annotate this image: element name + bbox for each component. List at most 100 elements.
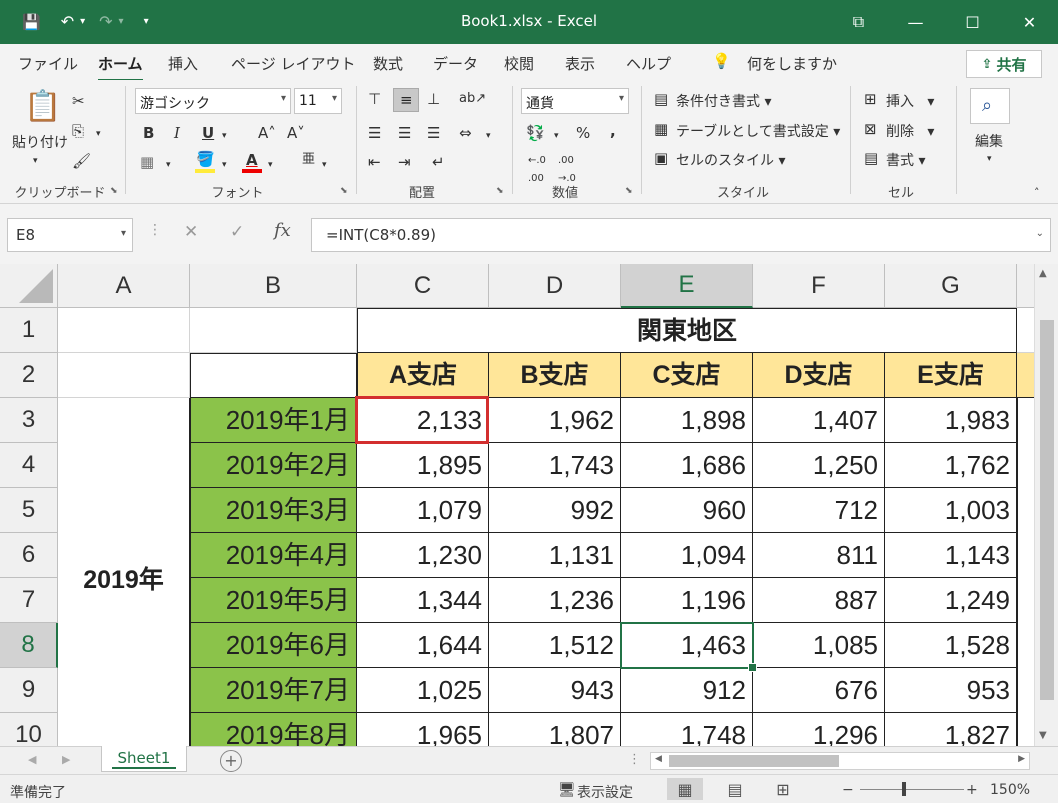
copy-icon[interactable]: ⎘ <box>72 122 84 140</box>
cell-value[interactable]: 1,827 <box>885 713 1017 746</box>
cell-value[interactable]: 1,296 <box>753 713 885 746</box>
cell-value[interactable]: 953 <box>885 668 1017 713</box>
display-settings-icon[interactable]: 🖥 <box>558 782 576 798</box>
cell-a3-year[interactable]: 2019年 <box>58 398 190 746</box>
conditional-formatting-icon[interactable]: ▤ <box>654 90 668 108</box>
format-as-table-button[interactable]: テーブルとして書式設定 ▾ <box>676 121 840 141</box>
cut-icon[interactable]: ✂ <box>72 92 85 110</box>
column-header-b[interactable]: B <box>190 264 357 308</box>
vertical-scrollbar[interactable]: ▲ ▼ <box>1034 264 1058 746</box>
fill-color-icon[interactable]: 🪣 <box>196 150 215 168</box>
cell-branch-a[interactable]: A支店 <box>357 353 489 398</box>
tab-file[interactable]: ファイル <box>18 53 78 74</box>
row-header-7[interactable]: 7 <box>0 578 58 623</box>
cell-month[interactable]: 2019年1月 <box>190 398 357 443</box>
decrease-indent-icon[interactable]: ⇤ <box>368 153 381 171</box>
cell-value[interactable]: 1,962 <box>489 398 621 443</box>
tab-view[interactable]: 表示 <box>565 53 595 74</box>
undo-dropdown-icon[interactable]: ▾ <box>80 10 85 34</box>
cell-month[interactable]: 2019年2月 <box>190 443 357 488</box>
tab-formulas[interactable]: 数式 <box>373 53 403 74</box>
cell-value[interactable]: 1,762 <box>885 443 1017 488</box>
insert-cells-button[interactable]: 挿入 ▾ <box>886 91 934 111</box>
cell-value[interactable]: 1,085 <box>753 623 885 668</box>
tab-insert[interactable]: 挿入 <box>168 53 198 74</box>
column-header-a[interactable]: A <box>58 264 190 308</box>
vertical-scroll-thumb[interactable] <box>1040 320 1054 700</box>
cell-month[interactable]: 2019年3月 <box>190 488 357 533</box>
cell-value[interactable]: 1,807 <box>489 713 621 746</box>
zoom-slider[interactable] <box>860 782 964 796</box>
undo-icon[interactable]: ↶ <box>61 10 74 34</box>
cell-h-partial[interactable] <box>1017 398 1034 746</box>
align-middle-button[interactable]: ≡ <box>393 88 419 112</box>
paste-dropdown-icon[interactable]: ▾ <box>33 152 38 170</box>
format-as-table-icon[interactable]: ▦ <box>654 120 668 138</box>
customize-qat-icon[interactable]: ▾ <box>144 10 149 34</box>
tab-help[interactable]: ヘルプ <box>626 53 671 74</box>
cell-value[interactable]: 1,407 <box>753 398 885 443</box>
sheet-tab-sheet1[interactable]: Sheet1 <box>101 746 187 772</box>
font-launcher-icon[interactable]: ⬊ <box>340 186 348 196</box>
merge-center-icon[interactable]: ⇔ <box>459 124 472 142</box>
cell-value[interactable]: 1,748 <box>621 713 753 746</box>
cell-a2[interactable] <box>58 353 190 398</box>
cell-month[interactable]: 2019年5月 <box>190 578 357 623</box>
cell-value[interactable]: 1,644 <box>357 623 489 668</box>
tab-data[interactable]: データ <box>433 53 478 74</box>
share-button[interactable]: ⇪ 共有 <box>966 50 1042 78</box>
scroll-right-icon[interactable]: ▶ <box>1018 754 1025 764</box>
zoom-slider-handle[interactable] <box>902 782 906 796</box>
cell-month[interactable]: 2019年4月 <box>190 533 357 578</box>
cell-value[interactable]: 943 <box>489 668 621 713</box>
delete-cells-icon[interactable]: ⊠ <box>864 120 877 138</box>
align-bottom-icon[interactable]: ⊥ <box>427 90 440 108</box>
column-header-h[interactable] <box>1017 264 1034 308</box>
fill-dropdown-icon[interactable]: ▾ <box>222 156 227 174</box>
zoom-in-button[interactable]: + <box>966 782 978 798</box>
add-sheet-icon[interactable]: + <box>220 750 242 772</box>
merge-dropdown-icon[interactable]: ▾ <box>486 127 491 145</box>
tell-me-search[interactable]: 何をしますか <box>747 53 837 74</box>
cell-branch-b[interactable]: B支店 <box>489 353 621 398</box>
cell-branch-d[interactable]: D支店 <box>753 353 885 398</box>
cell-month[interactable]: 2019年7月 <box>190 668 357 713</box>
cell-value[interactable]: 1,025 <box>357 668 489 713</box>
font-name-box[interactable]: 游ゴシック ▾ <box>135 88 291 114</box>
cell-value[interactable]: 712 <box>753 488 885 533</box>
close-icon[interactable]: ✕ <box>1001 0 1058 44</box>
align-right-icon[interactable]: ☰ <box>427 124 440 142</box>
cell-b2[interactable] <box>190 353 357 398</box>
grow-font-icon[interactable]: A˄ <box>258 124 276 142</box>
horizontal-scrollbar[interactable]: ◀ ▶ <box>650 752 1030 770</box>
cell-value[interactable]: 1,143 <box>885 533 1017 578</box>
editing-button[interactable]: ⌕ <box>970 88 1010 124</box>
comma-style-icon[interactable]: , <box>610 122 616 140</box>
orientation-icon[interactable]: ab↗ <box>459 90 486 108</box>
prev-sheet-icon[interactable]: ◀ <box>28 753 36 766</box>
phonetic-icon[interactable]: 亜 <box>302 151 315 169</box>
scroll-left-icon[interactable]: ◀ <box>655 754 662 764</box>
cell-value[interactable]: 1,528 <box>885 623 1017 668</box>
cell-b1[interactable] <box>190 308 357 353</box>
next-sheet-icon[interactable]: ▶ <box>62 753 70 766</box>
number-format-box[interactable]: 通貨 ▾ <box>521 88 629 114</box>
cell-value[interactable]: 1,344 <box>357 578 489 623</box>
cell-value[interactable]: 887 <box>753 578 885 623</box>
increase-indent-icon[interactable]: ⇥ <box>398 153 411 171</box>
alignment-launcher-icon[interactable]: ⬊ <box>496 186 504 196</box>
cell-value[interactable]: 1,131 <box>489 533 621 578</box>
shrink-font-icon[interactable]: A˅ <box>287 124 305 142</box>
delete-cells-button[interactable]: 削除 ▾ <box>886 121 934 141</box>
zoom-level[interactable]: 150% <box>990 782 1030 798</box>
cell-value[interactable]: 1,512 <box>489 623 621 668</box>
minimize-icon[interactable]: — <box>887 0 944 44</box>
borders-icon[interactable]: ▦ <box>140 153 154 171</box>
row-header-8[interactable]: 8 <box>0 623 58 668</box>
editing-label[interactable]: 編集 <box>975 131 1003 151</box>
ribbon-display-options-icon[interactable]: ⧉ <box>830 0 887 44</box>
formula-input[interactable]: =INT(C8*0.89) ⌄ <box>311 218 1051 252</box>
scroll-up-icon[interactable]: ▲ <box>1039 268 1047 279</box>
cell-value[interactable]: 1,743 <box>489 443 621 488</box>
cell-month[interactable]: 2019年8月 <box>190 713 357 746</box>
